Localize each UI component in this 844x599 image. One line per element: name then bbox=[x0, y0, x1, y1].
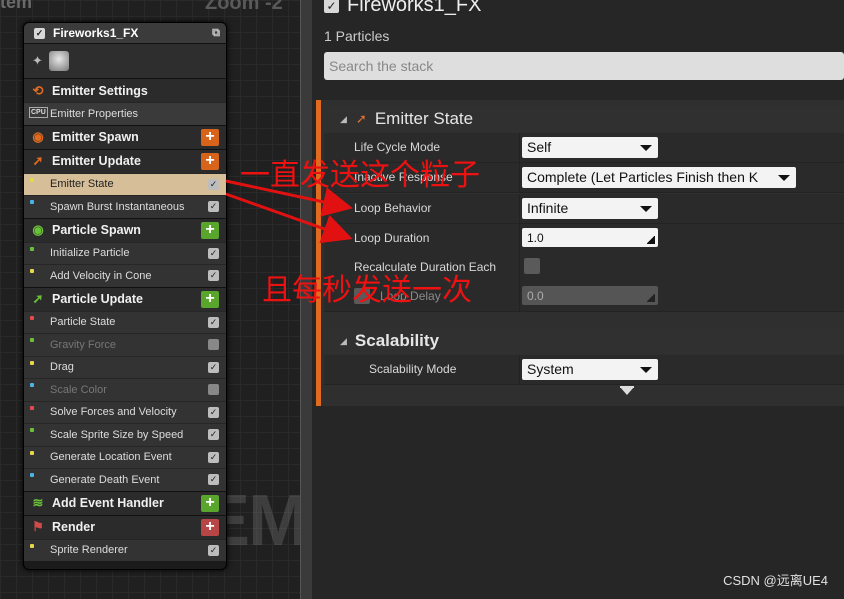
arrow-to-loop-duration bbox=[225, 192, 353, 244]
annotation-bottom: 且每秒发送一次 bbox=[262, 273, 472, 308]
credit-watermark: CSDN @远离UE4 bbox=[723, 573, 828, 588]
annotation-top: 一直发送这个粒子 bbox=[240, 158, 480, 193]
